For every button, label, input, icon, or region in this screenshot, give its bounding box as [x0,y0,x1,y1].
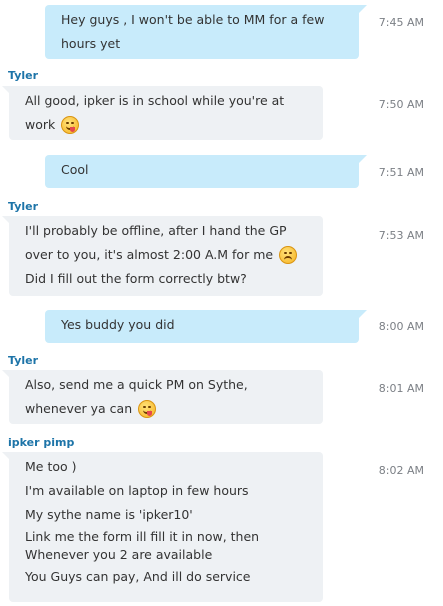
message-bubble-outgoing[interactable]: Hey guys , I won't be able to MM for a f… [45,5,367,59]
message-timestamp: 7:51 AM [378,166,424,179]
message-text: My sythe name is 'ipker10' [25,507,193,522]
sender-name: Tyler [8,354,39,367]
message-timestamp: 8:00 AM [378,320,424,333]
sender-name: ipker pimp [8,436,75,449]
message-text: work [25,117,56,132]
message-timestamp: 7:53 AM [378,229,424,242]
message-timestamp: 7:50 AM [378,98,424,111]
message-text: hours yet [61,36,121,51]
message-text: over to you, it's almost 2:00 A.M for me [25,247,274,262]
message-text: All good, ipker is in school while you'r… [25,93,285,108]
message-timestamp: 8:01 AM [378,382,424,395]
message-text: I'll probably be offline, after I hand t… [25,223,287,238]
message-text: Did I fill out the form correctly btw? [25,271,247,286]
message-bubble-incoming[interactable]: I'll probably be offline, after I hand t… [2,216,323,296]
worried-face-icon [279,246,298,264]
message-bubble-outgoing[interactable]: Yes buddy you did [45,310,367,343]
tongue-out-icon [138,400,157,418]
message-bubble-incoming[interactable]: Also, send me a quick PM on Sythe, whene… [2,370,323,424]
message-text: whenever ya can [25,401,133,416]
message-text: I'm available on laptop in few hours [25,483,249,498]
message-text: Cool [61,162,89,177]
message-text: Hey guys , I won't be able to MM for a f… [61,12,325,27]
tongue-out-icon [61,116,80,134]
message-text: You Guys can pay, And ill do service [25,569,251,584]
message-bubble-incoming[interactable]: All good, ipker is in school while you'r… [2,86,323,140]
message-text: Link me the form ill fill it in now, the… [25,529,260,544]
message-text: Whenever you 2 are available [25,547,213,562]
message-text: Also, send me a quick PM on Sythe, [25,377,248,392]
sender-name: Tyler [8,69,39,82]
sender-name: Tyler [8,200,39,213]
message-text: Yes buddy you did [61,317,175,332]
message-text: Me too ) [25,459,77,474]
message-timestamp: 7:45 AM [378,16,424,29]
message-bubble-outgoing[interactable]: Cool [45,155,367,188]
message-bubble-incoming[interactable]: Me too ) I'm available on laptop in few … [2,452,323,602]
message-timestamp: 8:02 AM [378,464,424,477]
